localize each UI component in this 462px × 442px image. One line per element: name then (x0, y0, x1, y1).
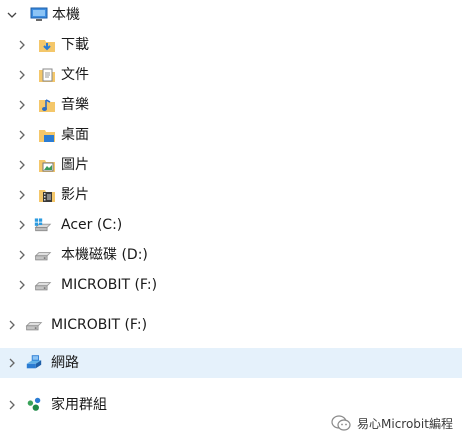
watermark: 易心Microbit編程 (331, 411, 453, 435)
watermark-text: 易心Microbit編程 (357, 416, 453, 431)
tree-item-label: 本機磁碟 (D:) (61, 247, 148, 263)
tree-item-label: 家用群組 (51, 397, 107, 413)
tree-item-drive-f-root[interactable]: MICROBIT (F:) (0, 310, 462, 340)
chevron-right-icon[interactable] (16, 60, 28, 90)
chevron-right-icon[interactable] (16, 270, 28, 300)
tree-item-label: 音樂 (61, 97, 89, 113)
chevron-right-icon[interactable] (16, 150, 28, 180)
chevron-right-icon[interactable] (6, 310, 18, 340)
tree-item-label: MICROBIT (F:) (51, 317, 148, 333)
music-icon (38, 96, 56, 114)
tree-item-documents[interactable]: 文件 (0, 60, 462, 90)
chevron-right-icon[interactable] (16, 240, 28, 270)
video-icon (38, 186, 56, 204)
pictures-icon (38, 156, 56, 174)
chevron-right-icon[interactable] (6, 390, 18, 420)
chevron-right-icon[interactable] (16, 30, 28, 60)
tree-item-label: 下載 (61, 37, 89, 53)
chevron-right-icon[interactable] (16, 90, 28, 120)
chevron-right-icon[interactable] (16, 180, 28, 210)
system-drive-icon (34, 216, 52, 234)
wechat-logo-icon (331, 414, 351, 432)
tree-item-label: 桌面 (61, 127, 89, 143)
chevron-right-icon[interactable] (16, 120, 28, 150)
removable-drive-icon (25, 316, 43, 334)
removable-drive-icon (34, 276, 52, 294)
tree-item-music[interactable]: 音樂 (0, 90, 462, 120)
tree-item-downloads[interactable]: 下載 (0, 30, 462, 60)
tree-item-videos[interactable]: 影片 (0, 180, 462, 210)
chevron-down-icon[interactable] (6, 0, 18, 30)
document-icon (38, 66, 56, 84)
tree-item-label: 文件 (61, 67, 89, 83)
computer-icon (30, 6, 48, 24)
tree-item-label: 網路 (51, 355, 79, 371)
download-folder-icon (38, 36, 56, 54)
tree-item-pictures[interactable]: 圖片 (0, 150, 462, 180)
tree-item-drive-f-nested[interactable]: MICROBIT (F:) (0, 270, 462, 300)
tree-item-label: 影片 (61, 187, 89, 203)
tree-item-label: MICROBIT (F:) (61, 277, 158, 293)
homegroup-icon (25, 395, 43, 413)
tree-item-label: Acer (C:) (61, 217, 123, 233)
tree-item-network[interactable]: 網路 (0, 348, 462, 378)
tree-item-label: 本機 (52, 7, 80, 23)
tree-item-this-pc[interactable]: 本機 (0, 0, 462, 30)
tree-item-drive-d[interactable]: 本機磁碟 (D:) (0, 240, 462, 270)
network-icon (25, 353, 43, 371)
chevron-right-icon[interactable] (6, 348, 18, 378)
tree-item-label: 圖片 (61, 157, 89, 173)
tree-item-desktop[interactable]: 桌面 (0, 120, 462, 150)
chevron-right-icon[interactable] (16, 210, 28, 240)
desktop-folder-icon (38, 126, 56, 144)
tree-item-drive-c[interactable]: Acer (C:) (0, 210, 462, 240)
hard-drive-icon (34, 246, 52, 264)
